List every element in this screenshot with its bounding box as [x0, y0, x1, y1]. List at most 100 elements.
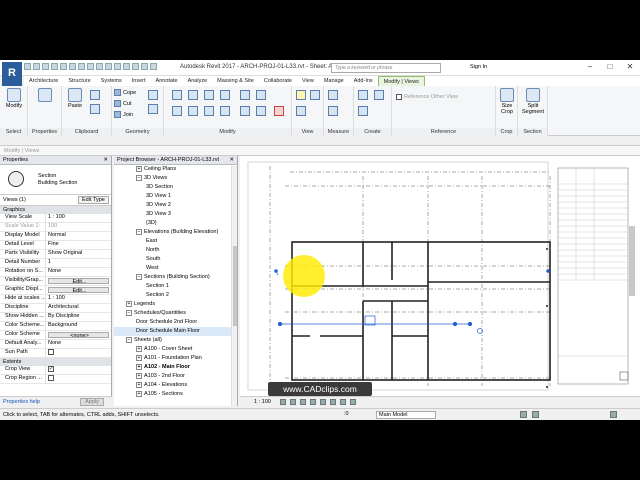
properties-button[interactable]	[34, 88, 56, 103]
app-menu-button[interactable]: R	[2, 62, 22, 86]
browser-scrollbar[interactable]	[231, 166, 237, 406]
property-row[interactable]: Crop Region ...	[0, 375, 111, 384]
instance-filter[interactable]: Views (1) Edit Type	[0, 195, 111, 206]
collapse-icon[interactable]: −	[136, 174, 142, 181]
scroll-thumb[interactable]	[233, 246, 237, 326]
tab-manage[interactable]: Manage	[319, 76, 349, 86]
copy-clip-icon[interactable]	[90, 104, 100, 114]
align-icon[interactable]	[172, 90, 182, 100]
rotate-icon[interactable]	[204, 106, 214, 116]
property-checkbox[interactable]: ✓	[48, 366, 54, 372]
select-links-icon[interactable]	[520, 411, 527, 418]
expand-icon[interactable]: +	[136, 381, 142, 388]
expand-icon[interactable]: +	[136, 363, 142, 370]
browser-node[interactable]: + Ceiling Plans	[114, 165, 237, 174]
browser-node[interactable]: South	[114, 255, 237, 264]
maximize-button[interactable]: □	[600, 60, 620, 74]
apply-button[interactable]: Apply	[80, 398, 104, 406]
tab-annotate[interactable]: Annotate	[151, 76, 183, 86]
view-scale[interactable]: 1 : 100	[254, 399, 271, 405]
trim-icon[interactable]	[256, 90, 266, 100]
collapse-icon[interactable]: −	[126, 336, 132, 343]
minimize-button[interactable]: –	[580, 60, 600, 74]
expand-icon[interactable]: +	[136, 354, 142, 361]
shadows-icon[interactable]	[310, 399, 316, 405]
paste-button[interactable]: Paste	[64, 88, 86, 109]
expand-icon[interactable]: +	[126, 300, 132, 307]
browser-node[interactable]: Door Schedule 2nd Floor	[114, 318, 237, 327]
quick-access-toolbar[interactable]	[24, 63, 157, 70]
cope-button[interactable]: Cope	[114, 89, 136, 96]
property-row[interactable]: Discipline Architectural	[0, 304, 111, 313]
size-crop-button[interactable]: Size Crop	[497, 88, 517, 115]
type-selector[interactable]: Section Building Section	[0, 165, 111, 195]
temporary-hide-icon[interactable]	[340, 399, 346, 405]
delete-icon[interactable]	[274, 106, 284, 116]
expand-icon[interactable]: +	[136, 345, 142, 352]
dimension-icon[interactable]	[328, 106, 338, 116]
tab-insert[interactable]: Insert	[127, 76, 151, 86]
filter-icon[interactable]	[610, 411, 617, 418]
mirror-draw-icon[interactable]	[220, 90, 230, 100]
browser-node[interactable]: − Elevations (Building Elevation)	[114, 228, 237, 237]
expand-icon[interactable]: +	[136, 372, 142, 379]
property-row[interactable]: Parts Visibility Show Original	[0, 250, 111, 259]
reveal-hidden-icon[interactable]	[350, 399, 356, 405]
tab-modify-views[interactable]: Modify | Views	[377, 76, 425, 86]
tab-systems[interactable]: Systems	[96, 76, 127, 86]
tab-architecture[interactable]: Architecture	[24, 76, 63, 86]
edit-type-button[interactable]: Edit Type	[78, 196, 109, 204]
lightbulb-icon[interactable]	[296, 90, 306, 100]
browser-node[interactable]: + Legends	[114, 300, 237, 309]
browser-node[interactable]: + A101 - Foundation Plan	[114, 354, 237, 363]
browser-node[interactable]: Door Schedule Main Floor	[114, 327, 237, 336]
property-row[interactable]: View Scale 1 : 100	[0, 214, 111, 223]
property-row[interactable]: Color Scheme... Background	[0, 322, 111, 331]
property-row[interactable]: Graphic Displ... Edit...	[0, 286, 111, 295]
split-icon[interactable]	[240, 90, 250, 100]
browser-node[interactable]: + A104 - Elevations	[114, 381, 237, 390]
property-row[interactable]: Hide at scales ... 1 : 100	[0, 295, 111, 304]
property-row[interactable]: Default Analy... None	[0, 340, 111, 349]
property-row[interactable]: Crop View ✓	[0, 366, 111, 375]
reference-other-view[interactable]: Reference Other View	[396, 94, 458, 100]
property-row[interactable]: Detail Level Fine	[0, 241, 111, 250]
browser-node[interactable]: − Schedules/Quantities	[114, 309, 237, 318]
browser-node[interactable]: West	[114, 264, 237, 273]
browser-node[interactable]: + A102 - Main Floor	[114, 363, 237, 372]
property-edit-button[interactable]: Edit...	[48, 278, 109, 284]
create-parts-icon[interactable]	[374, 90, 384, 100]
browser-node[interactable]: + A105 - Sections	[114, 390, 237, 399]
design-option-select[interactable]: Main Model	[376, 411, 436, 419]
browser-node[interactable]: North	[114, 246, 237, 255]
property-row[interactable]: Scale Value 1: 100	[0, 223, 111, 232]
tab-massing-site[interactable]: Massing & Site	[212, 76, 259, 86]
array-icon[interactable]	[240, 106, 250, 116]
property-row[interactable]: Color Scheme <none>	[0, 331, 111, 340]
property-section[interactable]: Graphics	[0, 206, 111, 214]
close-icon[interactable]: ✕	[229, 157, 234, 163]
property-section[interactable]: Extents	[0, 358, 111, 366]
close-icon[interactable]: ✕	[103, 157, 108, 163]
property-row[interactable]: Rotation on S... None	[0, 268, 111, 277]
tab-analyze[interactable]: Analyze	[183, 76, 213, 86]
tab-collaborate[interactable]: Collaborate	[259, 76, 297, 86]
browser-node[interactable]: 3D View 3	[114, 210, 237, 219]
browser-node[interactable]: Section 2	[114, 291, 237, 300]
hide-icon[interactable]	[296, 106, 306, 116]
property-row[interactable]: Sun Path	[0, 349, 111, 358]
browser-node[interactable]: + A103 - 2nd Floor	[114, 372, 237, 381]
create-group-icon[interactable]	[358, 106, 368, 116]
property-row[interactable]: Display Model Normal	[0, 232, 111, 241]
create-assembly-icon[interactable]	[358, 90, 368, 100]
properties-help-link[interactable]: Properties help	[3, 399, 40, 405]
browser-node[interactable]: − Sheets (all)	[114, 336, 237, 345]
expand-icon[interactable]: +	[136, 165, 142, 172]
cut-clip-icon[interactable]	[90, 90, 100, 100]
tab-view[interactable]: View	[297, 76, 319, 86]
sun-path-icon[interactable]	[300, 399, 306, 405]
property-edit-button[interactable]: Edit...	[48, 287, 109, 293]
offset-icon[interactable]	[188, 90, 198, 100]
collapse-icon[interactable]: −	[136, 273, 142, 280]
property-row[interactable]: Visibility/Grap... Edit...	[0, 277, 111, 286]
